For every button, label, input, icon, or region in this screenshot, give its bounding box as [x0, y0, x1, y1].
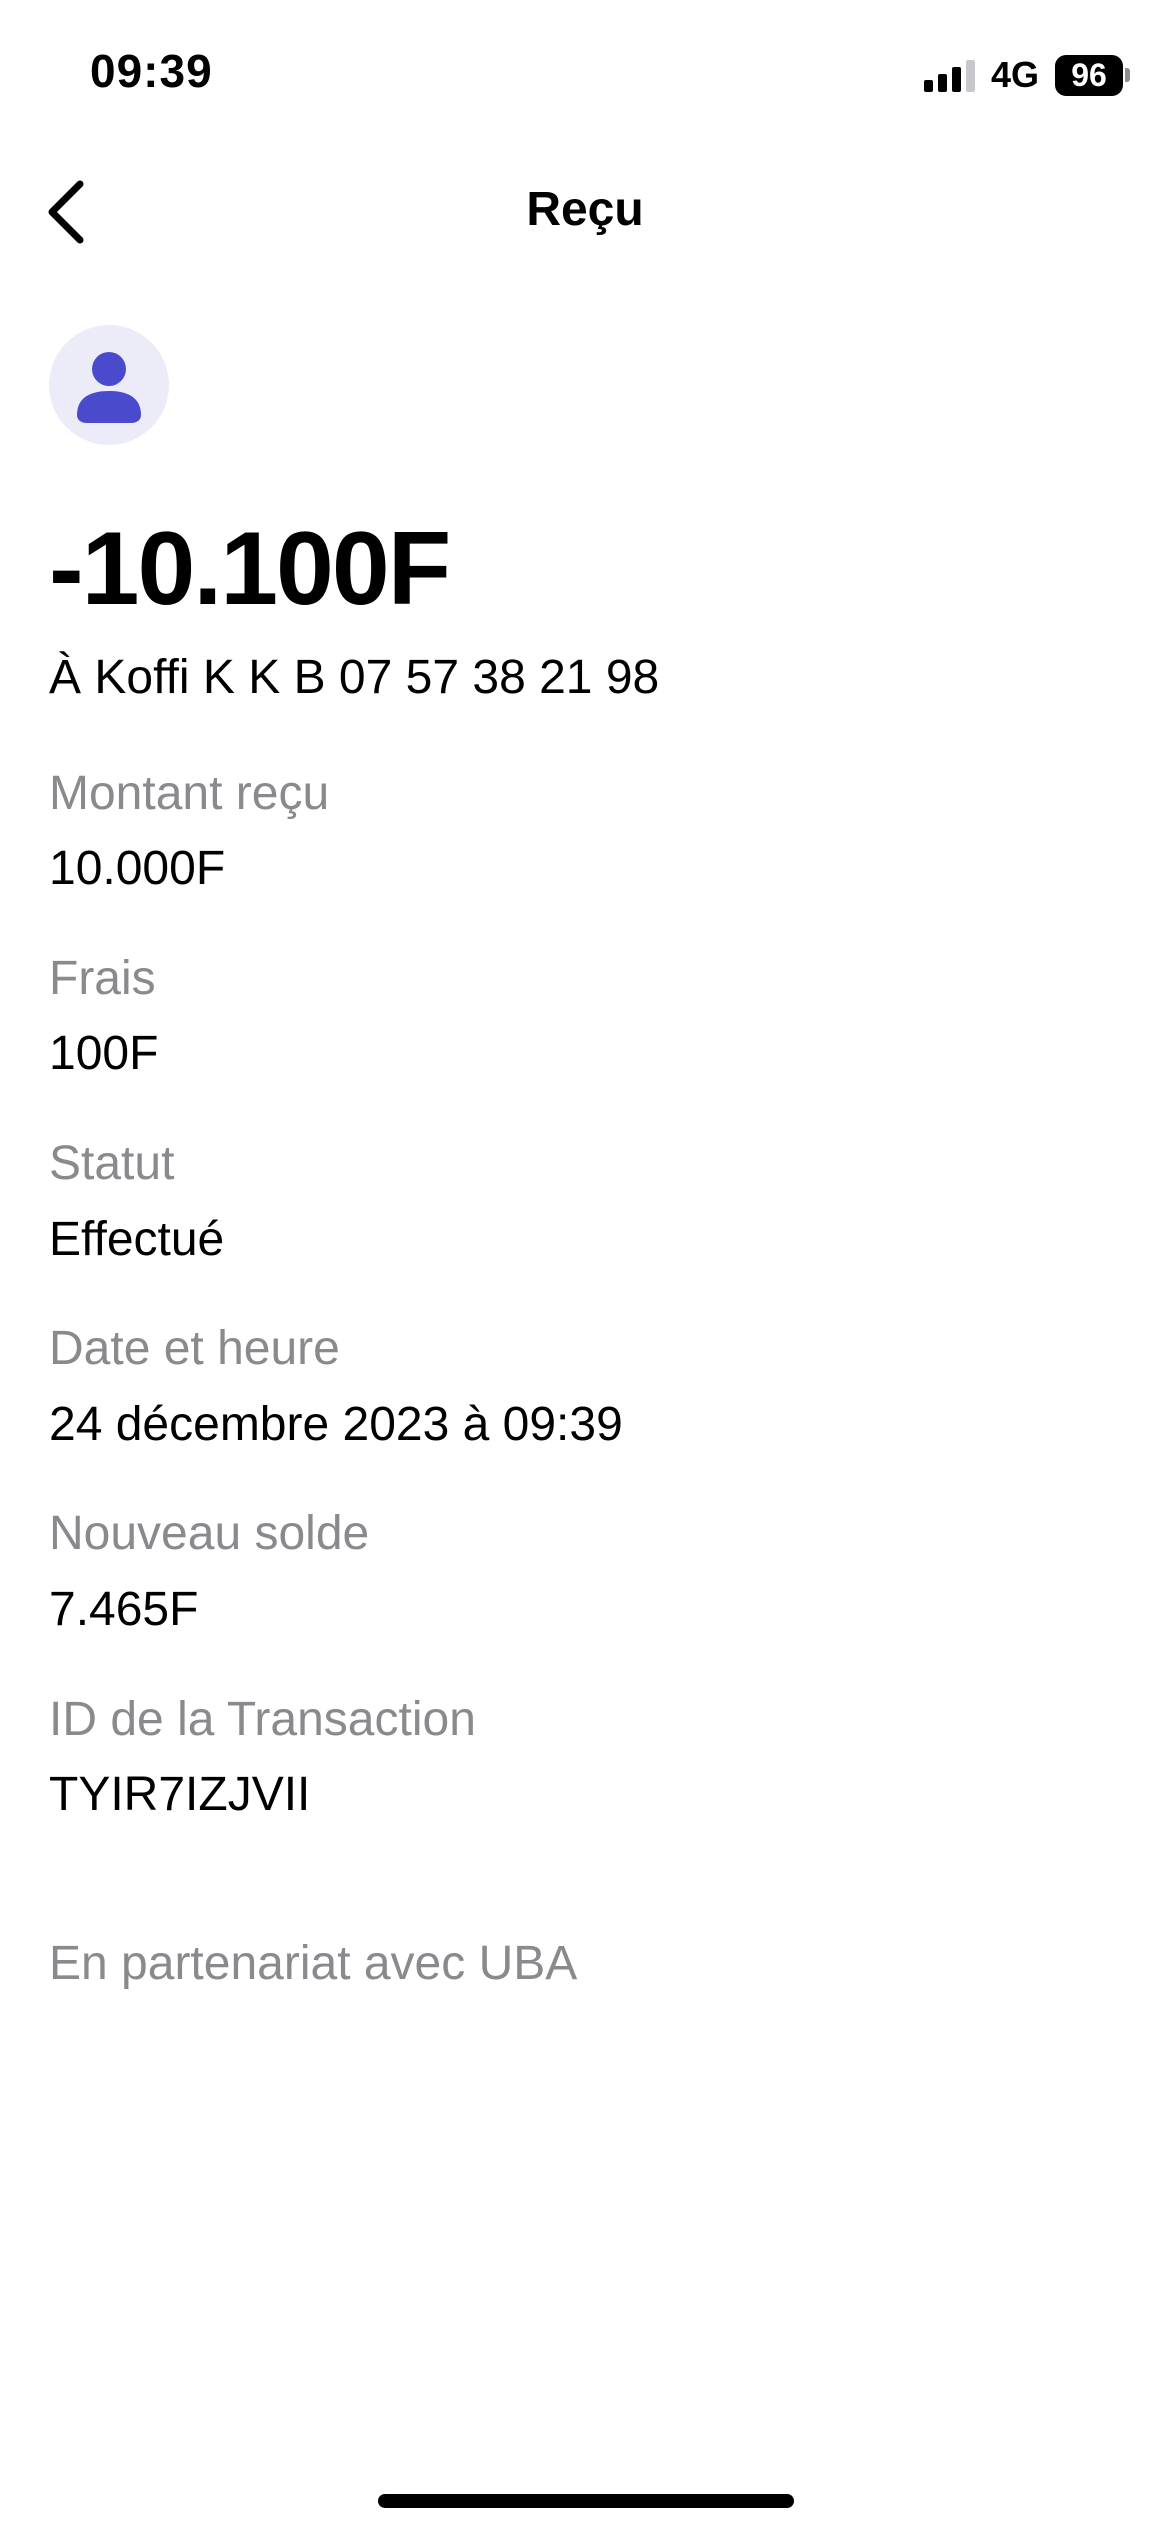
cellular-signal-icon [923, 58, 975, 92]
page-title: Reçu [526, 183, 644, 236]
detail-value: 7.465F [49, 1582, 199, 1636]
status-bar: 09:39 4G 96 [0, 0, 1170, 150]
detail-value: 100F [49, 1027, 159, 1081]
detail-label: Montant reçu [49, 766, 330, 820]
detail-date-time: Date et heure 24 décembre 2023 à 09:39 [49, 1320, 1121, 1453]
detail-value: Effectué [49, 1212, 225, 1266]
detail-label: Date et heure [49, 1322, 340, 1376]
detail-label: Statut [49, 1136, 175, 1190]
detail-label: ID de la Transaction [49, 1692, 476, 1746]
detail-status: Statut Effectué [49, 1135, 1121, 1268]
transaction-amount: -10.100F [49, 511, 451, 627]
detail-label: Nouveau solde [49, 1507, 370, 1561]
recipient-info: À Koffi K K B 07 57 38 21 98 [49, 651, 660, 704]
detail-label: Frais [49, 951, 156, 1005]
status-indicators: 4G 96 [923, 54, 1130, 96]
home-indicator[interactable] [378, 2494, 794, 2508]
battery-level: 96 [1055, 54, 1123, 96]
avatar [49, 325, 169, 445]
detail-fees: Frais 100F [49, 950, 1121, 1083]
network-type-label: 4G [990, 54, 1039, 95]
partner-note: En partenariat avec UBA [49, 1936, 578, 1990]
detail-amount-received: Montant reçu 10.000F [49, 765, 1121, 898]
detail-list: Montant reçu 10.000F Frais 100F Statut E… [49, 765, 1121, 1824]
detail-value: 24 décembre 2023 à 09:39 [49, 1397, 623, 1451]
detail-transaction-id: ID de la Transaction TYIR7IZJVII [49, 1691, 1121, 1824]
detail-value: TYIR7IZJVII [49, 1768, 311, 1822]
navigation-bar: Reçu [0, 160, 1170, 260]
person-icon [77, 352, 141, 423]
status-time: 09:39 [90, 45, 213, 97]
detail-value: 10.000F [49, 842, 226, 896]
receipt-content: -10.100F À Koffi K K B 07 57 38 21 98 Mo… [49, 325, 1121, 1991]
detail-new-balance: Nouveau solde 7.465F [49, 1505, 1121, 1638]
battery-icon: 96 [1055, 54, 1130, 96]
